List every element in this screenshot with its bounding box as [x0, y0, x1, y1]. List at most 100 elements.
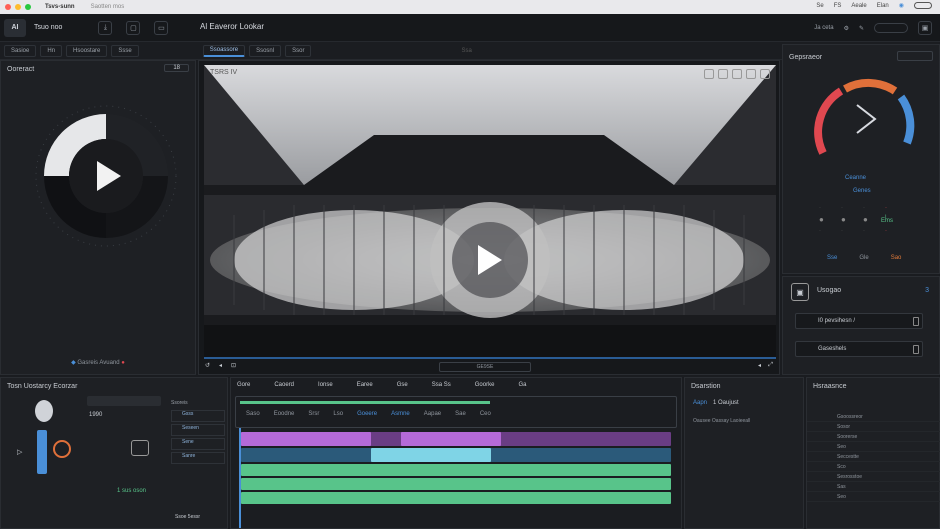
monitor-icon[interactable] [131, 440, 149, 456]
app-menu-name[interactable]: Tsvs-sunn [45, 4, 75, 10]
tab-center-0[interactable]: Ssoassore [202, 44, 246, 57]
ring-icon[interactable] [53, 440, 71, 458]
list-item[interactable]: Soorerse [807, 432, 940, 442]
expand-icon[interactable]: ⤢ [768, 362, 773, 369]
fullscreen-icon[interactable] [760, 69, 770, 79]
list-item[interactable]: Seccestte [807, 452, 940, 462]
clip-purple[interactable] [401, 432, 501, 446]
tab-center-2[interactable]: Ssor [285, 44, 312, 57]
desc-tab[interactable]: Aapn [693, 400, 707, 406]
tab-left-0[interactable]: Sasioe [4, 44, 37, 57]
export-icon[interactable]: ⤓ [98, 20, 113, 35]
option-button-2[interactable]: Gaseshels [795, 341, 923, 357]
usage-icon[interactable]: ▣ [791, 283, 809, 301]
menu-text[interactable]: Saotten mos [91, 4, 125, 10]
option-button-1[interactable]: I0 pevsihesn / [795, 313, 923, 329]
minimize-icon[interactable] [15, 4, 21, 10]
panel-value[interactable]: 3 [925, 287, 929, 294]
value-display[interactable]: 1990 [89, 412, 102, 418]
fit-icon[interactable] [732, 69, 742, 79]
timeline-menu-item[interactable]: Gore [237, 382, 250, 388]
preview-frame[interactable]: TSRS IV [204, 65, 776, 357]
dial-graphic[interactable] [31, 101, 181, 251]
timeline-ruler[interactable]: Saso Eoodne Srsr Lso Goeere Asmne Aapae … [235, 396, 677, 428]
play-small-icon[interactable]: ▷ [17, 448, 22, 456]
timeline-menu-item[interactable]: Gse [397, 382, 408, 388]
progress-bar[interactable] [240, 401, 490, 404]
share-pill[interactable] [874, 23, 908, 33]
marker[interactable]: Saso [246, 411, 260, 417]
timeline-menu-item[interactable]: Ionse [318, 382, 333, 388]
list-item[interactable]: Sco [807, 462, 940, 472]
marker[interactable]: Ceo [480, 411, 491, 417]
track-audio-green[interactable] [241, 464, 671, 476]
marker[interactable]: Eoodne [274, 411, 295, 417]
list-item[interactable]: Sanre [171, 452, 225, 464]
maximize-icon[interactable] [25, 4, 31, 10]
marker[interactable]: Srsr [308, 411, 319, 417]
loop-icon[interactable]: ↺ [205, 362, 210, 369]
scrub-bar[interactable] [204, 357, 776, 359]
input-field[interactable] [87, 396, 161, 406]
list-item[interactable]: Seseen [171, 424, 225, 436]
tab-center-1[interactable]: Ssosnl [249, 44, 282, 57]
timecode[interactable]: GE9SE [439, 362, 531, 372]
marker[interactable]: Goeere [357, 411, 377, 417]
clip-purple[interactable] [241, 432, 371, 446]
list-item[interactable]: Sesrosstoe [807, 472, 940, 482]
list-item[interactable]: Gsoossreor [807, 412, 940, 422]
desc-tab[interactable]: 1 Oaujust [713, 400, 739, 406]
list-item[interactable]: Seo [807, 442, 940, 452]
snap-icon[interactable]: ⊡ [231, 362, 236, 369]
edit-icon[interactable]: ✎ [859, 25, 864, 32]
list-item[interactable]: Seo [807, 492, 940, 502]
timeline-menu-item[interactable]: Ssa Ss [432, 382, 451, 388]
volume-icon[interactable]: ◂ [758, 362, 761, 369]
track-audio-green[interactable] [241, 492, 671, 504]
color-gauge[interactable] [783, 65, 940, 185]
knob-icon[interactable] [35, 400, 53, 422]
file-icon[interactable]: ▢ [126, 20, 141, 35]
list-item[interactable]: Sas [807, 482, 940, 492]
settings-icon[interactable]: ⚙ [844, 25, 849, 32]
project-name[interactable]: Tsuo noo [34, 24, 62, 31]
status-item[interactable]: FS [834, 3, 842, 9]
close-icon[interactable] [5, 4, 11, 10]
record-icon[interactable]: ● [121, 360, 125, 366]
window-icon[interactable]: ▣ [918, 21, 932, 35]
clip-cyan[interactable] [371, 448, 491, 462]
marker[interactable]: Aapae [424, 411, 441, 417]
status-item[interactable]: Aeale [851, 3, 866, 9]
track-audio-green[interactable] [241, 478, 671, 490]
playhead[interactable] [239, 428, 241, 528]
mode-label[interactable]: Gle [859, 255, 868, 261]
marker[interactable]: Lso [333, 411, 343, 417]
option-toggle-icon[interactable] [913, 345, 919, 354]
tab-left-2[interactable]: Hsoostare [66, 44, 108, 57]
wifi-icon[interactable]: ◉ [899, 2, 904, 9]
tab-left-3[interactable]: Ssse [111, 44, 139, 57]
rotary-dial[interactable] [31, 101, 181, 251]
timeline-menu-item[interactable]: Goorke [475, 382, 495, 388]
marker[interactable]: Sae [455, 411, 466, 417]
toggle-icon[interactable] [914, 2, 932, 9]
timeline-menu-item[interactable]: Ga [518, 382, 526, 388]
list-item[interactable]: Gsss [171, 410, 225, 422]
mode-label[interactable]: Sse [827, 255, 837, 261]
tab-left-1[interactable]: Hn [40, 44, 63, 57]
status-item[interactable]: Se [816, 3, 823, 9]
crop-icon[interactable] [704, 69, 714, 79]
dropdown[interactable] [897, 51, 933, 61]
panel-value[interactable]: 18 [164, 64, 189, 72]
marker[interactable]: Asmne [391, 411, 410, 417]
list-item[interactable]: Sosor [807, 422, 940, 432]
zoom-icon[interactable] [746, 69, 756, 79]
timeline-menu-item[interactable]: Earee [357, 382, 373, 388]
grid-icon[interactable] [718, 69, 728, 79]
status-item[interactable]: Elan [877, 3, 889, 9]
prev-icon[interactable]: ◂ [219, 362, 222, 369]
folder-icon[interactable]: ▭ [154, 20, 169, 35]
option-toggle-icon[interactable] [913, 317, 919, 326]
list-item[interactable]: Sene [171, 438, 225, 450]
fader-icon[interactable] [37, 430, 47, 474]
